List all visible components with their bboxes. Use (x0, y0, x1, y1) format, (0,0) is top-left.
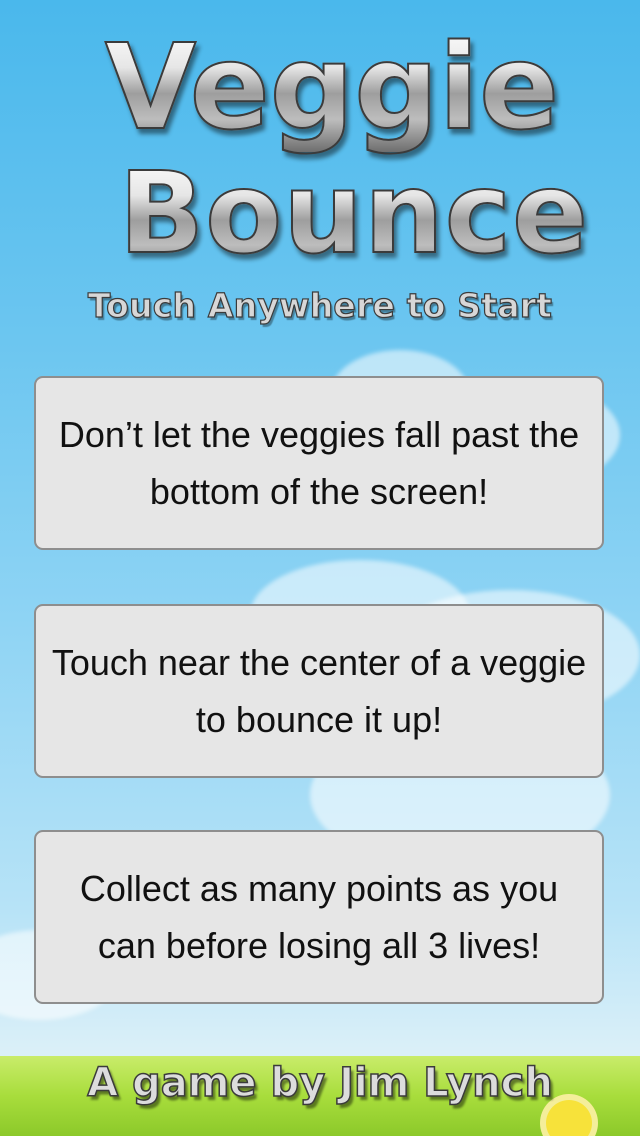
start-prompt: Touch Anywhere to Start (87, 285, 553, 325)
instruction-card-2: Touch near the center of a veggie to bou… (34, 604, 604, 778)
instruction-text: Collect as many points as you can before… (79, 868, 559, 966)
game-title-line-1: Veggie (0, 21, 640, 153)
game-title-line-2: Bounce (0, 151, 640, 277)
instruction-card-3: Collect as many points as you can before… (34, 830, 604, 1004)
instruction-text: Touch near the center of a veggie to bou… (51, 642, 587, 740)
title-screen[interactable]: Veggie Bounce Touch Anywhere to Start Do… (0, 0, 640, 1136)
author-credit: A game by Jim Lynch (86, 1059, 553, 1107)
instruction-text: Don’t let the veggies fall past the bott… (58, 414, 580, 512)
instruction-card-1: Don’t let the veggies fall past the bott… (34, 376, 604, 550)
